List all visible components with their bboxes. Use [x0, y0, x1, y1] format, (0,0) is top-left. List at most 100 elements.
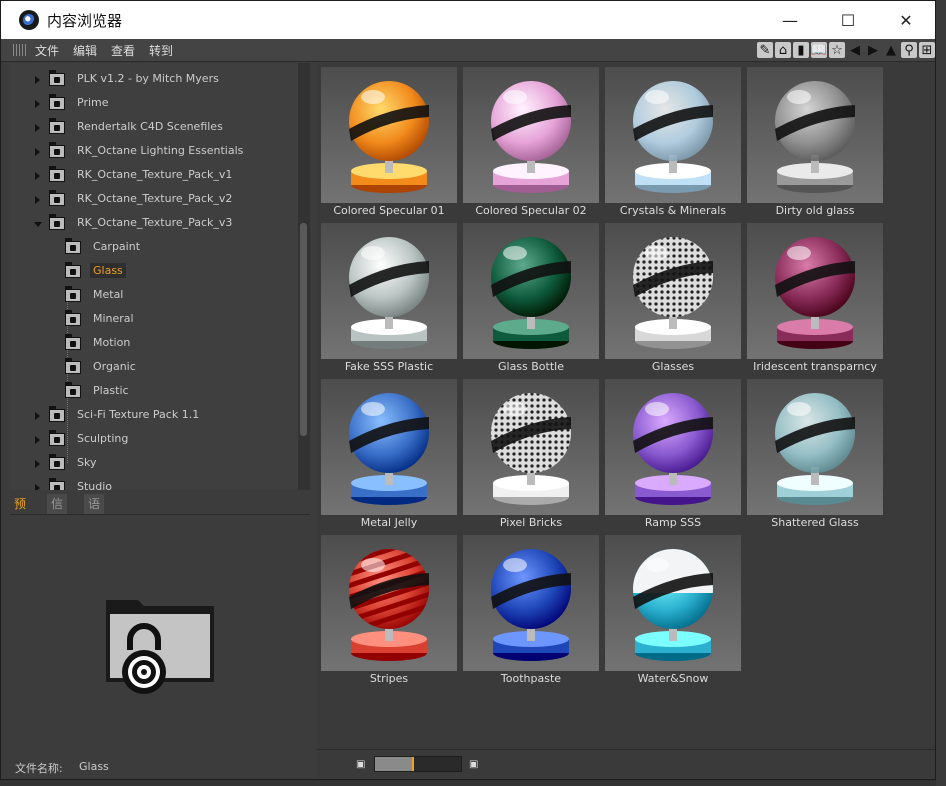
- grip-handle-icon[interactable]: [13, 44, 27, 56]
- home-icon[interactable]: ⌂: [775, 42, 791, 58]
- close-button[interactable]: ✕: [877, 1, 935, 39]
- material-thumbnail[interactable]: Fake SSS Plastic: [318, 219, 457, 373]
- tree-item[interactable]: Metal: [10, 284, 298, 308]
- expand-arrow-right-icon[interactable]: [35, 172, 40, 180]
- filename-label: 文件名称:: [15, 762, 63, 775]
- tree-item-label: Studio: [77, 480, 113, 490]
- tab-0[interactable]: 预览: [10, 494, 31, 531]
- expand-arrow-right-icon[interactable]: [35, 148, 40, 156]
- minimize-button[interactable]: —: [761, 1, 819, 39]
- back-arrow-icon[interactable]: ◀: [847, 42, 863, 58]
- material-thumbnail[interactable]: Glass Bottle: [460, 219, 599, 373]
- expand-arrow-right-icon[interactable]: [35, 484, 40, 490]
- tab-2[interactable]: 语言: [84, 494, 105, 531]
- tree-item-label: Prime: [77, 96, 109, 109]
- tree-item[interactable]: PLK v1.2 - by Mitch Myers: [10, 68, 298, 92]
- material-preview-image: [463, 379, 599, 515]
- material-thumbnail[interactable]: Pixel Bricks: [460, 375, 599, 529]
- expand-arrow-right-icon[interactable]: [35, 76, 40, 84]
- tree-item-label: Motion: [93, 336, 131, 349]
- material-thumbnail[interactable]: Crystals & Minerals: [602, 63, 741, 217]
- tree-item[interactable]: RK_Octane_Texture_Pack_v2: [10, 188, 298, 212]
- tree-item-label: RK_Octane_Texture_Pack_v3: [77, 216, 233, 229]
- expand-arrow-right-icon[interactable]: [35, 196, 40, 204]
- tree-item[interactable]: Sci-Fi Texture Pack 1.1: [10, 404, 298, 428]
- material-thumbnail[interactable]: Colored Specular 01: [318, 63, 457, 217]
- menu-item-1[interactable]: 编辑: [73, 42, 97, 59]
- tree-item[interactable]: Sculpting: [10, 428, 298, 452]
- tree-item[interactable]: Organic: [10, 356, 298, 380]
- material-thumbnail[interactable]: Colored Specular 02: [460, 63, 599, 217]
- small-thumb-icon[interactable]: ▣: [356, 759, 366, 770]
- tree-item[interactable]: Studio: [10, 476, 298, 490]
- tree-item[interactable]: Rendertalk C4D Scenefiles: [10, 116, 298, 140]
- material-thumbnail[interactable]: Iridescent transparncy: [744, 219, 883, 373]
- toolbar-icons: ✎ ⌂ ▮ 📖 ☆ ◀ ▶ ▲ ⚲ ⊞: [757, 40, 935, 60]
- menu-item-3[interactable]: 转到: [149, 42, 173, 59]
- up-arrow-icon[interactable]: ▲: [883, 42, 899, 58]
- maximize-button[interactable]: ☐: [819, 1, 877, 39]
- menu-bar: 文件 编辑 查看 转到 ✎ ⌂ ▮ 📖 ☆ ◀ ▶ ▲ ⚲ ⊞: [1, 39, 935, 62]
- expand-arrow-right-icon[interactable]: [35, 460, 40, 468]
- lock-icon: [70, 269, 76, 275]
- material-thumbnail[interactable]: Ramp SSS: [602, 375, 741, 529]
- material-preview-image: [747, 379, 883, 515]
- material-thumbnail[interactable]: Toothpaste: [460, 531, 599, 685]
- locked-folder-icon: [49, 454, 65, 470]
- material-thumbnail[interactable]: Water&Snow: [602, 531, 741, 685]
- locked-folder-icon: [49, 142, 65, 158]
- material-preview-image: [463, 223, 599, 359]
- menu-item-2[interactable]: 查看: [111, 42, 135, 59]
- new-icon[interactable]: ⊞: [919, 42, 935, 58]
- cinema4d-app-icon: [19, 10, 39, 30]
- tree-item[interactable]: Carpaint: [10, 236, 298, 260]
- tab-1[interactable]: 信息: [47, 494, 68, 531]
- material-thumbnail[interactable]: Shattered Glass: [744, 375, 883, 529]
- expand-arrow-right-icon[interactable]: [35, 412, 40, 420]
- material-preview-image: [321, 535, 457, 671]
- lock-icon: [54, 149, 60, 155]
- pencil-icon[interactable]: ✎: [757, 42, 773, 58]
- material-name: Crystals & Minerals: [619, 204, 727, 217]
- expand-arrow-right-icon[interactable]: [35, 124, 40, 132]
- menu-item-0[interactable]: 文件: [35, 42, 59, 59]
- expand-arrow-right-icon[interactable]: [35, 436, 40, 444]
- locked-folder-icon: [49, 166, 65, 182]
- material-thumbnail[interactable]: Dirty old glass: [744, 63, 883, 217]
- forward-arrow-icon[interactable]: ▶: [865, 42, 881, 58]
- locked-folder-icon: [49, 94, 65, 110]
- material-thumbnail[interactable]: Metal Jelly: [318, 375, 457, 529]
- material-preview-image: [463, 535, 599, 671]
- material-thumbnail[interactable]: Glasses: [602, 219, 741, 373]
- tree-scrollbar-thumb[interactable]: [300, 223, 307, 436]
- zoom-slider-knob[interactable]: [412, 757, 414, 771]
- search-icon[interactable]: ⚲: [901, 42, 917, 58]
- bookmark-icon[interactable]: ▮: [793, 42, 809, 58]
- material-preview-image: [605, 223, 741, 359]
- tree-item[interactable]: RK_Octane_Texture_Pack_v3: [10, 212, 298, 236]
- folder-tree[interactable]: PLK v1.2 - by Mitch Myers Prime Rendertalk…: [10, 63, 298, 490]
- tree-item[interactable]: Sky: [10, 452, 298, 476]
- zoom-slider-fill: [375, 757, 412, 771]
- zoom-slider[interactable]: [374, 756, 462, 772]
- tree-item[interactable]: Prime: [10, 92, 298, 116]
- material-name: Water&Snow: [637, 672, 709, 685]
- large-thumb-icon[interactable]: ▣: [469, 759, 479, 770]
- expand-arrow-right-icon[interactable]: [35, 100, 40, 108]
- tree-item[interactable]: RK_Octane Lighting Essentials: [10, 140, 298, 164]
- tree-item[interactable]: Glass: [10, 260, 298, 284]
- tree-item[interactable]: Mineral: [10, 308, 298, 332]
- tree-scrollbar[interactable]: [298, 63, 310, 490]
- book-icon[interactable]: 📖: [811, 42, 827, 58]
- material-thumbnail[interactable]: Stripes: [318, 531, 457, 685]
- lock-icon: [54, 437, 60, 443]
- background-app-strip: [936, 0, 946, 786]
- star-icon[interactable]: ☆: [829, 42, 845, 58]
- tree-item[interactable]: Plastic: [10, 380, 298, 404]
- tree-item-label: RK_Octane_Texture_Pack_v2: [77, 192, 233, 205]
- expand-arrow-down-icon[interactable]: [34, 222, 42, 227]
- tree-item[interactable]: Motion: [10, 332, 298, 356]
- content-browser-window: 内容浏览器 — ☐ ✕ 文件 编辑 查看 转到 ✎ ⌂ ▮ 📖 ☆ ◀ ▶ ▲ ⚲ ⊞ PLK v1.2…: [0, 0, 936, 780]
- tree-item[interactable]: RK_Octane_Texture_Pack_v1: [10, 164, 298, 188]
- maximize-icon: ☐: [840, 10, 856, 30]
